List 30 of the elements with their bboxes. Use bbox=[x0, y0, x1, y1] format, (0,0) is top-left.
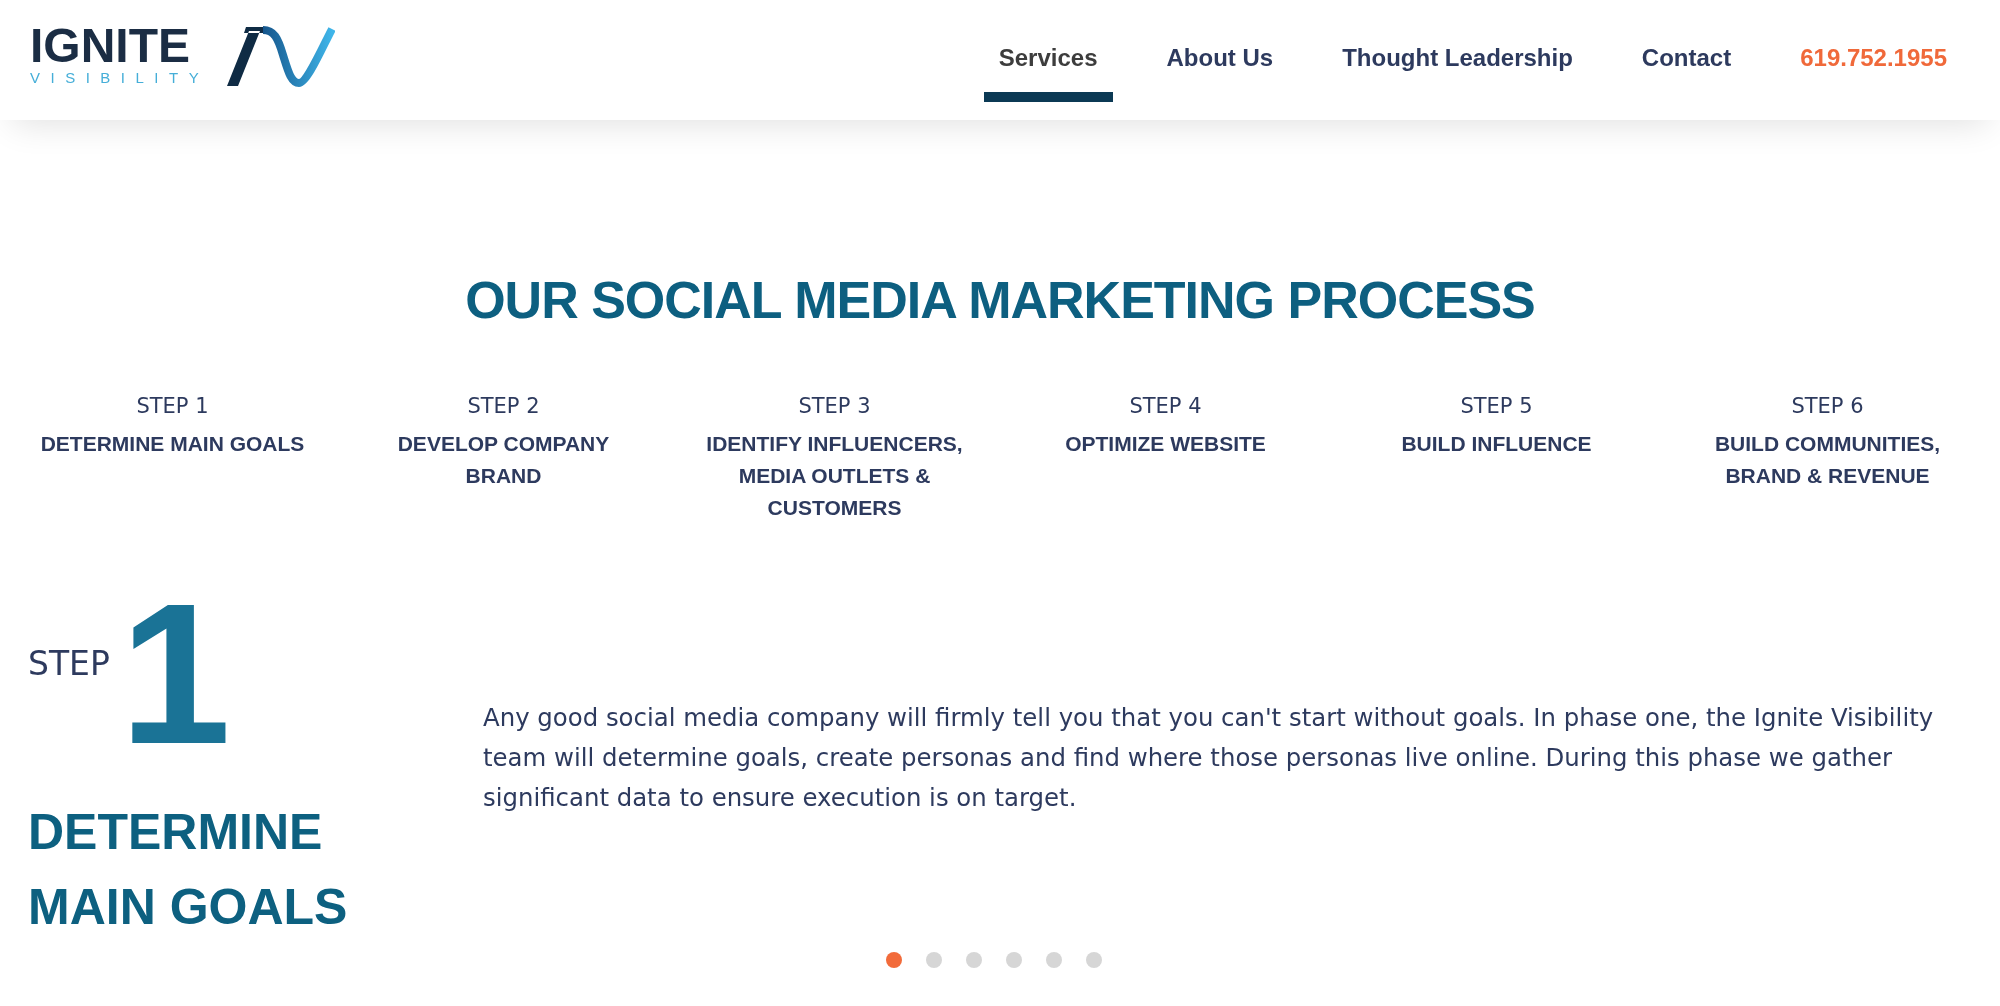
step-number: STEP 6 bbox=[1791, 393, 1864, 420]
step-title: DETERMINE MAIN GOALS bbox=[40, 431, 305, 457]
carousel-dot[interactable] bbox=[886, 952, 902, 968]
carousel-dot[interactable] bbox=[1086, 952, 1102, 968]
step-big-number: 1 bbox=[119, 594, 232, 754]
step-title: BUILD INFLUENCE bbox=[1401, 431, 1592, 457]
carousel-dot[interactable] bbox=[1006, 952, 1022, 968]
step-number: STEP 4 bbox=[1129, 393, 1202, 420]
nav-link[interactable]: Thought Leadership bbox=[1327, 26, 1588, 102]
step-title: BUILD COMMUNITIES, BRAND & REVENUE bbox=[1713, 431, 1942, 489]
step-title: DEVELOP COMPANY BRAND bbox=[396, 431, 611, 489]
logo-wave-icon bbox=[227, 26, 336, 88]
step-title: IDENTIFY INFLUENCERS, MEDIA OUTLETS & CUSTOMERS bbox=[705, 431, 964, 521]
step-label: STEP bbox=[28, 646, 110, 682]
carousel-dot[interactable] bbox=[966, 952, 982, 968]
nav-link[interactable]: Contact bbox=[1626, 26, 1747, 102]
section-title: OUR SOCIAL MEDIA MARKETING PROCESS bbox=[465, 270, 1535, 331]
carousel-dot[interactable] bbox=[926, 952, 942, 968]
logo-tagline: VISIBILITY bbox=[30, 70, 210, 86]
slide-title: DETERMINE MAIN GOALS bbox=[28, 803, 349, 937]
step-number: STEP 1 bbox=[136, 393, 209, 420]
nav-link[interactable]: Services bbox=[983, 26, 1113, 102]
step-number: STEP 2 bbox=[467, 393, 540, 420]
step-number: STEP 3 bbox=[798, 393, 871, 420]
nav-link[interactable]: About Us bbox=[1151, 26, 1289, 102]
step-title: OPTIMIZE WEBSITE bbox=[1065, 431, 1266, 457]
carousel-dot[interactable] bbox=[1046, 952, 1062, 968]
step-number: STEP 5 bbox=[1460, 393, 1533, 420]
slide-description: Any good social media company will firmly tell you that you can't start without goals. In phase one, the Ignite Visibility team will determine goals, create personas and find where those personas live online. During this phase we gather significant data to ensure execution is on target. bbox=[483, 702, 1935, 814]
logo-wordmark: IGNITE bbox=[30, 28, 190, 64]
